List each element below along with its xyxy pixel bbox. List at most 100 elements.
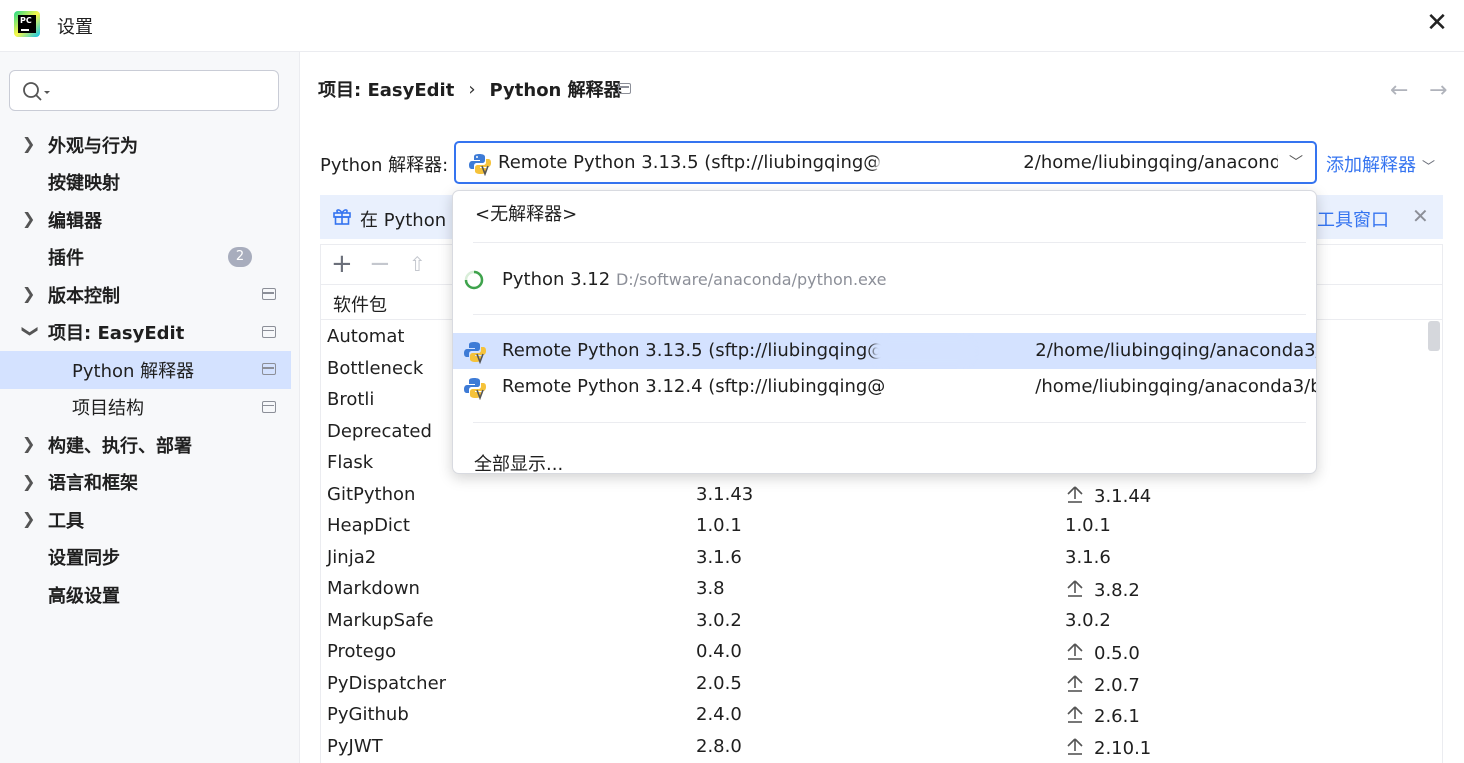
interpreter-dropdown: <无解释器> Python 3.12 D:/software/anaconda/… [452, 190, 1317, 474]
option-show-all[interactable]: 全部显示... [453, 443, 1316, 473]
breadcrumb-project[interactable]: 项目: EasyEdit [318, 76, 454, 102]
table-row[interactable]: PyDispatcher 2.0.5 2.0.7 [321, 668, 1426, 700]
redaction [873, 337, 973, 365]
package-latest-version[interactable]: 2.0.7 [1065, 673, 1140, 698]
column-header-package[interactable]: 软件包 [333, 291, 387, 317]
table-row[interactable]: Markdown 3.8 3.8.2 [321, 573, 1426, 605]
table-row[interactable]: HeapDict 1.0.1 1.0.1 [321, 510, 1426, 542]
project-level-icon [262, 400, 276, 413]
sidebar-item-project[interactable]: ❯ 项目: EasyEdit [0, 314, 300, 352]
sidebar-item-vcs[interactable]: ❯ 版本控制 [0, 276, 300, 314]
divider [473, 422, 1306, 423]
upgrade-arrow-icon [1065, 641, 1087, 666]
package-name: Brotli [327, 389, 375, 410]
package-latest-version[interactable]: 0.5.0 [1065, 641, 1140, 666]
package-name: PyDispatcher [327, 672, 447, 694]
sidebar-item-settings-sync[interactable]: 设置同步 [0, 539, 300, 577]
back-arrow-icon[interactable]: ← [1390, 78, 1408, 103]
settings-nav: ❯ 外观与行为 按键映射 ❯ 编辑器 插件 2 ❯ 版本控制 ❯ 项目: Eas… [0, 126, 300, 614]
sidebar-item-languages[interactable]: ❯ 语言和框架 [0, 464, 300, 502]
breadcrumb-page: Python 解释器 [489, 80, 622, 101]
package-name: Jinja2 [327, 546, 377, 568]
package-name: Flask [327, 452, 374, 473]
upgrade-arrow-icon [1065, 578, 1087, 603]
close-icon[interactable]: ✕ [1422, 8, 1452, 38]
option-remote-python-3135[interactable]: Remote Python 3.13.5 (sftp://liubingqing… [453, 333, 1316, 369]
close-icon[interactable]: ✕ [1412, 204, 1429, 228]
sidebar-item-tools[interactable]: ❯ 工具 [0, 501, 300, 539]
chevron-right-icon[interactable]: ❯ [22, 509, 36, 528]
project-level-icon [262, 325, 276, 338]
divider [473, 314, 1306, 315]
chevron-right-icon[interactable]: ❯ [22, 209, 36, 228]
plugins-badge: 2 [228, 246, 252, 267]
table-row[interactable]: PyJWT 2.8.0 2.10.1 [321, 731, 1426, 763]
sidebar-item-editor[interactable]: ❯ 编辑器 [0, 201, 300, 239]
package-latest-version: 1.0.1 [1065, 515, 1111, 536]
option-no-interpreter[interactable]: <无解释器> [453, 193, 1316, 229]
window-title: 设置 [57, 17, 93, 38]
project-level-icon [262, 288, 276, 300]
package-version: 2.8.0 [696, 735, 742, 757]
table-row[interactable]: Protego 0.4.0 0.5.0 [321, 636, 1426, 668]
table-row[interactable]: GitPython 3.1.43 3.1.44 [321, 479, 1426, 511]
chevron-down-icon[interactable]: ❯ [22, 324, 41, 338]
package-name: GitPython [327, 483, 416, 505]
chevron-right-icon[interactable]: ❯ [22, 434, 36, 453]
package-version: 3.8 [696, 578, 725, 599]
scrollbar[interactable] [1428, 321, 1440, 761]
scrollbar-thumb[interactable] [1428, 321, 1440, 351]
upgrade-package-icon[interactable]: ⇧ [409, 250, 426, 278]
option-local-python[interactable]: Python 3.12 D:/software/anaconda/python.… [453, 262, 1316, 298]
package-version: 3.1.6 [696, 546, 742, 568]
sidebar-item-keymap[interactable]: 按键映射 [0, 164, 300, 202]
chevron-down-icon[interactable]: ﹀ [1289, 152, 1303, 172]
package-version: 1.0.1 [696, 515, 742, 536]
latest-version-text: 2.0.7 [1094, 674, 1140, 696]
breadcrumb: 项目: EasyEdit › Python 解释器 [318, 76, 622, 102]
remove-package-icon[interactable]: − [369, 250, 391, 278]
latest-version-text: 3.1.6 [1065, 546, 1111, 568]
package-latest-version: 3.0.2 [1065, 610, 1111, 631]
package-latest-version[interactable]: 3.1.44 [1065, 484, 1151, 509]
latest-version-text: 2.10.1 [1094, 737, 1152, 759]
python-remote-icon [469, 154, 491, 176]
option-remote-python-3124[interactable]: Remote Python 3.12.4 (sftp://liubingqing… [453, 369, 1316, 405]
sidebar-item-appearance[interactable]: ❯ 外观与行为 [0, 126, 300, 164]
package-latest-version[interactable]: 2.6.1 [1065, 704, 1140, 729]
latest-version-text: 0.5.0 [1094, 643, 1140, 664]
search-input[interactable] [9, 70, 279, 111]
chevron-right-icon[interactable]: ❯ [22, 472, 36, 491]
sidebar-item-build[interactable]: ❯ 构建、执行、部署 [0, 426, 300, 464]
upgrade-arrow-icon [1065, 736, 1087, 761]
add-package-icon[interactable]: + [331, 250, 353, 278]
package-version: 2.0.5 [696, 672, 742, 694]
banner-link[interactable]: 工具窗口 [1317, 206, 1389, 232]
gift-icon [333, 209, 351, 225]
package-name: Markdown [327, 578, 420, 599]
table-row[interactable]: PyGithub 2.4.0 2.6.1 [321, 699, 1426, 731]
chevron-right-icon[interactable]: ❯ [22, 134, 36, 153]
interpreter-combobox[interactable]: Remote Python 3.13.5 (sftp://liubingqing… [454, 141, 1317, 184]
package-latest-version: 3.1.6 [1065, 547, 1111, 568]
package-version: 2.4.0 [696, 704, 742, 725]
latest-version-text: 3.0.2 [1065, 609, 1111, 631]
search-icon [23, 82, 50, 101]
chevron-right-icon[interactable]: ❯ [22, 284, 36, 303]
sidebar-item-project-structure[interactable]: 项目结构 [0, 389, 300, 427]
loading-spinner-icon [464, 270, 484, 290]
table-row[interactable]: MarkupSafe 3.0.2 3.0.2 [321, 605, 1426, 637]
sidebar-item-plugins[interactable]: 插件 2 [0, 239, 300, 277]
package-version: 0.4.0 [696, 641, 742, 662]
python-remote-icon [464, 342, 486, 364]
forward-arrow-icon[interactable]: → [1429, 78, 1447, 103]
project-level-icon [262, 363, 276, 375]
upgrade-arrow-icon [1065, 673, 1087, 698]
add-interpreter-button[interactable]: 添加解释器 ﹀ [1326, 151, 1435, 177]
package-latest-version[interactable]: 3.8.2 [1065, 578, 1140, 603]
sidebar-item-python-interpreter[interactable]: Python 解释器 [0, 351, 291, 389]
table-row[interactable]: Jinja2 3.1.6 3.1.6 [321, 542, 1426, 574]
divider [473, 242, 1306, 243]
package-latest-version[interactable]: 2.10.1 [1065, 736, 1151, 761]
sidebar-item-advanced[interactable]: 高级设置 [0, 576, 300, 614]
